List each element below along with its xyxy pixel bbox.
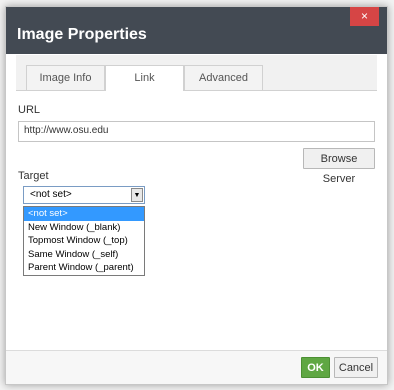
dialog-footer: OK Cancel — [6, 350, 387, 384]
target-select[interactable]: <not set> ▼ — [23, 186, 145, 204]
target-option-top[interactable]: Topmost Window (_top) — [24, 234, 144, 248]
target-select-value: <not set> — [30, 189, 72, 200]
tab-link[interactable]: Link — [105, 65, 184, 91]
target-label: Target — [18, 170, 49, 182]
chevron-down-icon[interactable]: ▼ — [131, 188, 143, 202]
target-option-self[interactable]: Same Window (_self) — [24, 248, 144, 262]
target-dropdown-list: <not set> New Window (_blank) Topmost Wi… — [23, 206, 145, 276]
close-icon[interactable]: × — [350, 7, 379, 26]
tab-image-info[interactable]: Image Info — [26, 65, 105, 90]
tab-advanced[interactable]: Advanced — [184, 65, 263, 90]
target-option-blank[interactable]: New Window (_blank) — [24, 221, 144, 235]
target-option-parent[interactable]: Parent Window (_parent) — [24, 261, 144, 275]
url-input[interactable]: http://www.osu.edu — [18, 121, 375, 142]
dialog-title: Image Properties — [17, 26, 147, 43]
browse-server-button[interactable]: Browse Server — [303, 148, 375, 185]
url-label: URL — [18, 104, 41, 116]
image-properties-dialog: Image Properties × Image Info Link Advan… — [5, 6, 388, 385]
dialog-titlebar: Image Properties × — [6, 7, 387, 54]
cancel-button[interactable]: Cancel — [334, 357, 378, 378]
target-option-not-set[interactable]: <not set> — [24, 207, 144, 221]
ok-button[interactable]: OK — [301, 357, 330, 378]
tab-bar: Image Info Link Advanced — [16, 55, 377, 91]
